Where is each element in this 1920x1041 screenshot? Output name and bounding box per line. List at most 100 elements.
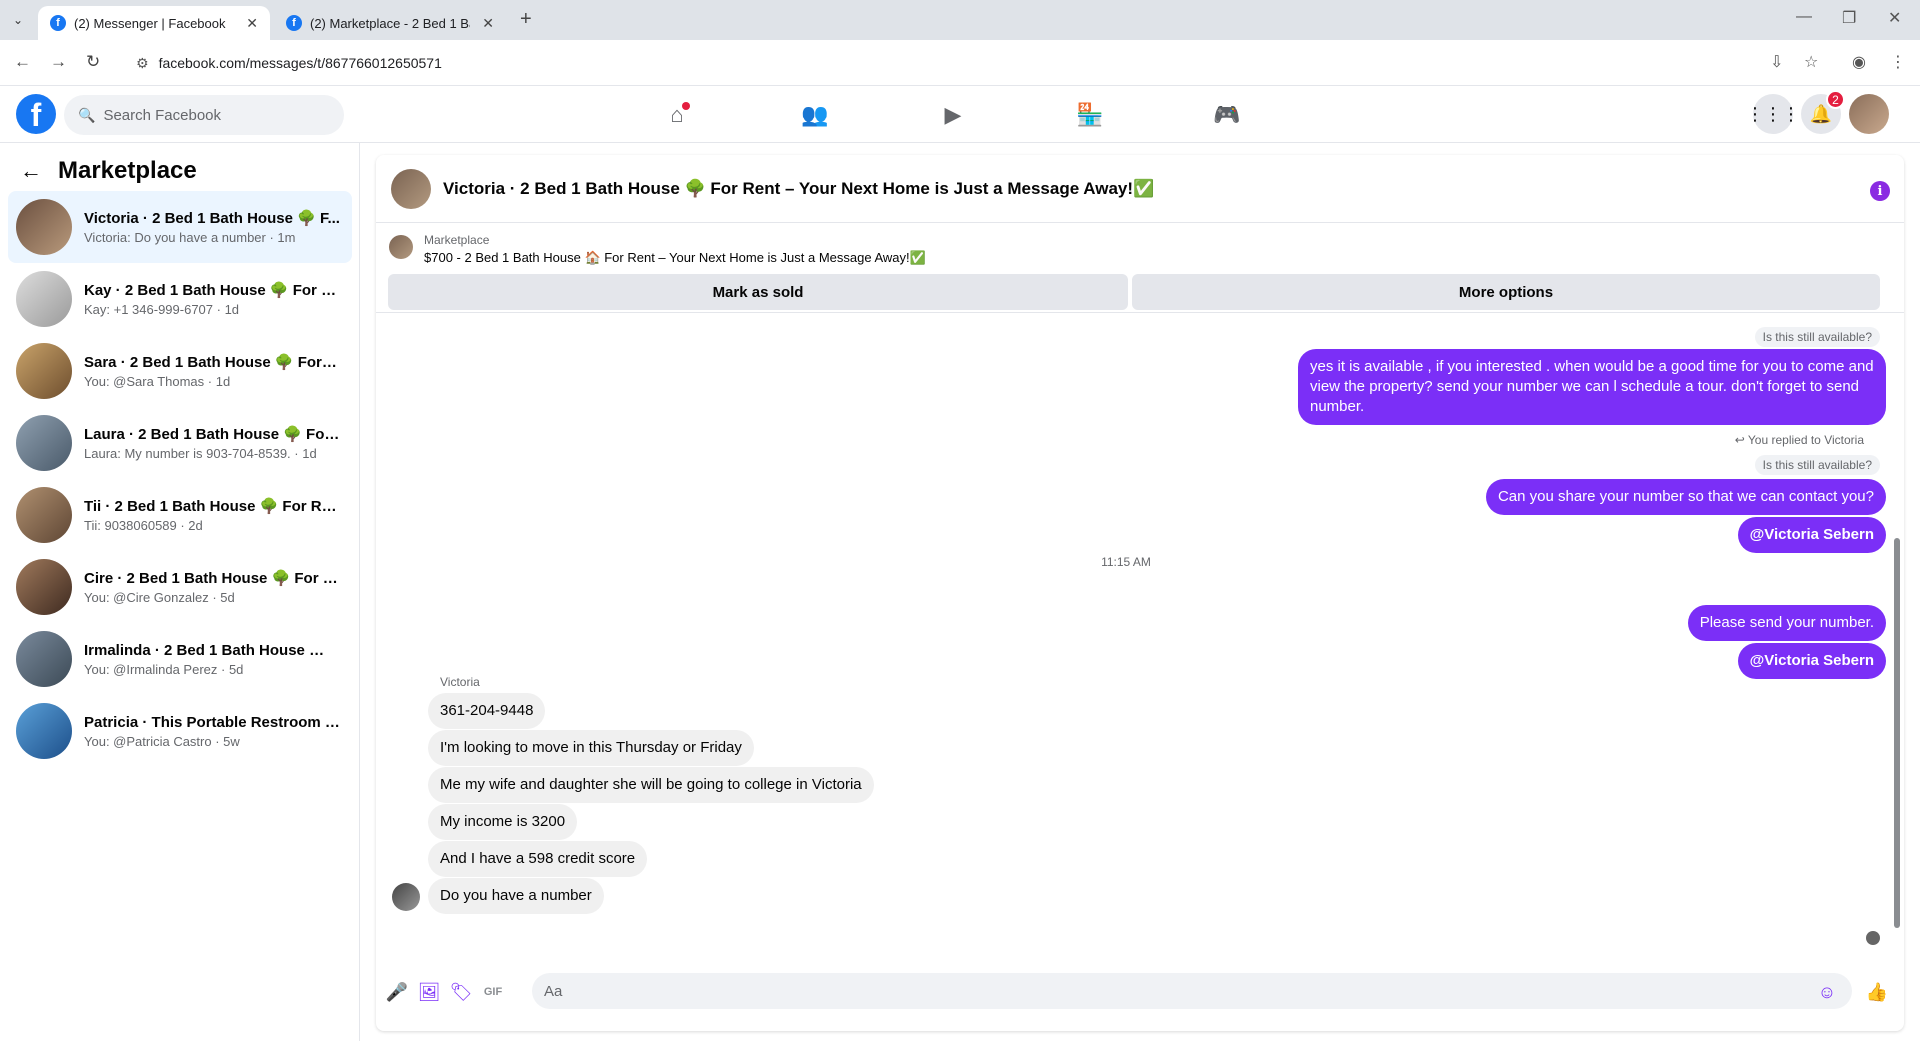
listing-source: Marketplace xyxy=(424,233,490,247)
conversation-thumbnail xyxy=(16,343,72,399)
new-tab-button[interactable]: + xyxy=(520,8,532,31)
received-message[interactable]: And I have a 598 credit score xyxy=(428,841,648,877)
back-arrow-icon[interactable]: ← xyxy=(20,158,42,184)
watch-video-icon[interactable]: ▶ xyxy=(938,100,968,130)
search-input[interactable]: 🔍 Search Facebook xyxy=(64,95,344,135)
message-timestamp: 11:15 AM xyxy=(1101,555,1151,569)
message-thread: Is this still available? yes it is avail… xyxy=(376,313,1904,953)
close-window-icon[interactable]: ✕ xyxy=(1888,8,1901,28)
conversation-thumbnail xyxy=(16,703,72,759)
sent-mention[interactable]: @Victoria Sebern xyxy=(1737,643,1886,679)
chat-header: Victoria · 2 Bed 1 Bath House 🌳 For Rent… xyxy=(376,155,1904,223)
quoted-message[interactable]: Is this still available? xyxy=(1754,455,1880,475)
conversation-name: Laura · 2 Bed 1 Bath House 🌳 For ... xyxy=(84,426,340,443)
home-icon[interactable]: ⌂ xyxy=(662,100,692,130)
conversation-name: Sara · 2 Bed 1 Bath House 🌳 For R... xyxy=(84,354,340,371)
browser-menu-icon[interactable]: ⋮ xyxy=(1890,52,1906,72)
browser-tabbar: ⌄ f (2) Messenger | Facebook ✕ f (2) Mar… xyxy=(0,0,1920,40)
notification-count-badge: 2 xyxy=(1826,90,1845,109)
back-icon[interactable]: ← xyxy=(14,52,31,72)
browser-toolbar: ← → ↻ ⚙ facebook.com/messages/t/86776601… xyxy=(0,40,1920,86)
url-text: facebook.com/messages/t/867766012650571 xyxy=(158,55,442,71)
more-options-button[interactable]: More options xyxy=(1132,274,1880,310)
home-notification-dot xyxy=(682,102,690,110)
sidebar-title: Marketplace xyxy=(58,157,197,184)
conversation-item[interactable]: Patricia · This Portable Restroom w... Yo… xyxy=(8,695,352,767)
close-tab-icon[interactable]: ✕ xyxy=(246,15,258,32)
attach-photo-icon[interactable]: 🖼 xyxy=(418,981,441,1003)
install-app-icon[interactable]: ⇩ xyxy=(1770,52,1783,72)
mark-as-sold-button[interactable]: Mark as sold xyxy=(388,274,1128,310)
friends-icon[interactable]: 👥 xyxy=(800,100,830,130)
profile-icon[interactable]: ◉ xyxy=(1852,52,1866,72)
received-message[interactable]: Me my wife and daughter she will be goin… xyxy=(428,767,874,803)
conversation-name: Tii · 2 Bed 1 Bath House 🌳 For Re... xyxy=(84,498,340,515)
reply-note: ↩ You replied to Victoria xyxy=(1735,433,1864,447)
chat-title[interactable]: Victoria · 2 Bed 1 Bath House 🌳 For Rent… xyxy=(443,179,1154,199)
conversation-snippet: You: @Patricia Castro · 5w xyxy=(84,733,240,749)
gif-icon[interactable]: GIF xyxy=(482,981,504,1003)
conversation-thumbnail xyxy=(16,271,72,327)
conversation-snippet: You: @Irmalinda Perez · 5d xyxy=(84,662,244,677)
conversation-item[interactable]: Kay · 2 Bed 1 Bath House 🌳 For R... Kay: … xyxy=(8,263,352,335)
sent-mention[interactable]: @Victoria Sebern xyxy=(1737,517,1886,553)
tab-title: (2) Marketplace - 2 Bed 1 Bath xyxy=(310,15,470,31)
conversation-thumbnail xyxy=(16,631,72,687)
reply-note-text: You replied to Victoria xyxy=(1747,433,1864,447)
received-message[interactable]: 361-204-9448 xyxy=(428,693,546,729)
reload-icon[interactable]: ↻ xyxy=(86,52,100,72)
emoji-icon[interactable]: ☺ xyxy=(1816,981,1838,1003)
conversation-snippet: You: @Sara Thomas · 1d xyxy=(84,374,231,389)
message-composer: 🎤 🖼 🏷 GIF Aa ☺ 👍 xyxy=(376,953,1904,1031)
conversation-item[interactable]: Victoria · 2 Bed 1 Bath House 🌳 F... Vict… xyxy=(8,191,352,263)
menu-grid-icon[interactable]: ⋮⋮⋮ xyxy=(1746,94,1800,134)
close-tab-icon[interactable]: ✕ xyxy=(482,15,494,32)
conversation-item[interactable]: Laura · 2 Bed 1 Bath House 🌳 For ... Laur… xyxy=(8,407,352,479)
search-placeholder: Search Facebook xyxy=(103,106,222,124)
sidebar-header: ← Marketplace xyxy=(20,157,197,185)
sent-message[interactable]: Can you share your number so that we can… xyxy=(1485,479,1886,515)
conversation-item[interactable]: Cire · 2 Bed 1 Bath House 🌳 For R... You:… xyxy=(8,551,352,623)
received-message[interactable]: I'm looking to move in this Thursday or … xyxy=(428,730,754,766)
received-message[interactable]: My income is 3200 xyxy=(428,804,578,840)
minimize-icon[interactable]: — xyxy=(1796,8,1812,26)
url-bar[interactable]: ⚙ facebook.com/messages/t/86776601265057… xyxy=(122,46,1802,80)
conversation-name: Cire · 2 Bed 1 Bath House 🌳 For R... xyxy=(84,570,340,587)
conversation-snippet: Victoria: Do you have a number · 1m xyxy=(84,230,296,245)
conversation-snippet: Tii: 9038060589 · 2d xyxy=(84,518,203,533)
listing-banner: Marketplace $700 - 2 Bed 1 Bath House 🏠 … xyxy=(376,223,1904,313)
tab-search-icon[interactable]: ⌄ xyxy=(6,8,30,32)
gaming-icon[interactable]: 🎮 xyxy=(1212,100,1242,130)
sent-message[interactable]: yes it is available , if you interested … xyxy=(1298,349,1886,425)
info-icon[interactable]: i xyxy=(1870,181,1890,201)
browser-tab-messenger[interactable]: f (2) Messenger | Facebook ✕ xyxy=(38,6,270,40)
microphone-icon[interactable]: 🎤 xyxy=(386,981,408,1003)
message-input[interactable]: Aa xyxy=(532,973,1852,1009)
received-message[interactable]: Do you have a number xyxy=(428,878,604,914)
chat-avatar[interactable] xyxy=(391,168,431,209)
conversation-item[interactable]: Tii · 2 Bed 1 Bath House 🌳 For Re... Tii:… xyxy=(8,479,352,551)
restore-icon[interactable]: ❐ xyxy=(1842,8,1856,28)
bookmark-star-icon[interactable]: ☆ xyxy=(1804,52,1818,72)
marketplace-sidebar: ← Marketplace Victoria · 2 Bed 1 Bath Ho… xyxy=(0,143,360,1041)
tab-title: (2) Messenger | Facebook xyxy=(74,15,226,31)
facebook-logo-icon[interactable]: f xyxy=(16,94,56,134)
conversation-item[interactable]: Sara · 2 Bed 1 Bath House 🌳 For R... You:… xyxy=(8,335,352,407)
facebook-favicon-icon: f xyxy=(50,15,66,31)
sticker-icon[interactable]: 🏷 xyxy=(450,981,473,1003)
thumbs-up-icon[interactable]: 👍 xyxy=(1866,981,1888,1003)
sender-name: Victoria xyxy=(440,675,480,689)
site-info-icon[interactable]: ⚙ xyxy=(136,55,149,72)
notifications-bell-icon[interactable]: 🔔 2 xyxy=(1801,90,1845,134)
quoted-message[interactable]: Is this still available? xyxy=(1754,327,1880,347)
marketplace-icon[interactable]: 🏪 xyxy=(1075,100,1105,130)
listing-title[interactable]: $700 - 2 Bed 1 Bath House 🏠 For Rent – Y… xyxy=(424,250,926,266)
browser-tab-marketplace[interactable]: f (2) Marketplace - 2 Bed 1 Bath ✕ xyxy=(274,6,506,40)
listing-thumbnail xyxy=(389,235,413,259)
sent-message[interactable]: Please send your number. xyxy=(1687,605,1886,641)
message-scrollbar[interactable] xyxy=(1894,538,1900,928)
conversation-item[interactable]: Irmalinda · 2 Bed 1 Bath House 🌳 ... You:… xyxy=(8,623,352,695)
account-avatar[interactable] xyxy=(1849,94,1889,134)
forward-icon[interactable]: → xyxy=(50,52,67,72)
conversation-snippet: You: @Cire Gonzalez · 5d xyxy=(84,590,235,605)
